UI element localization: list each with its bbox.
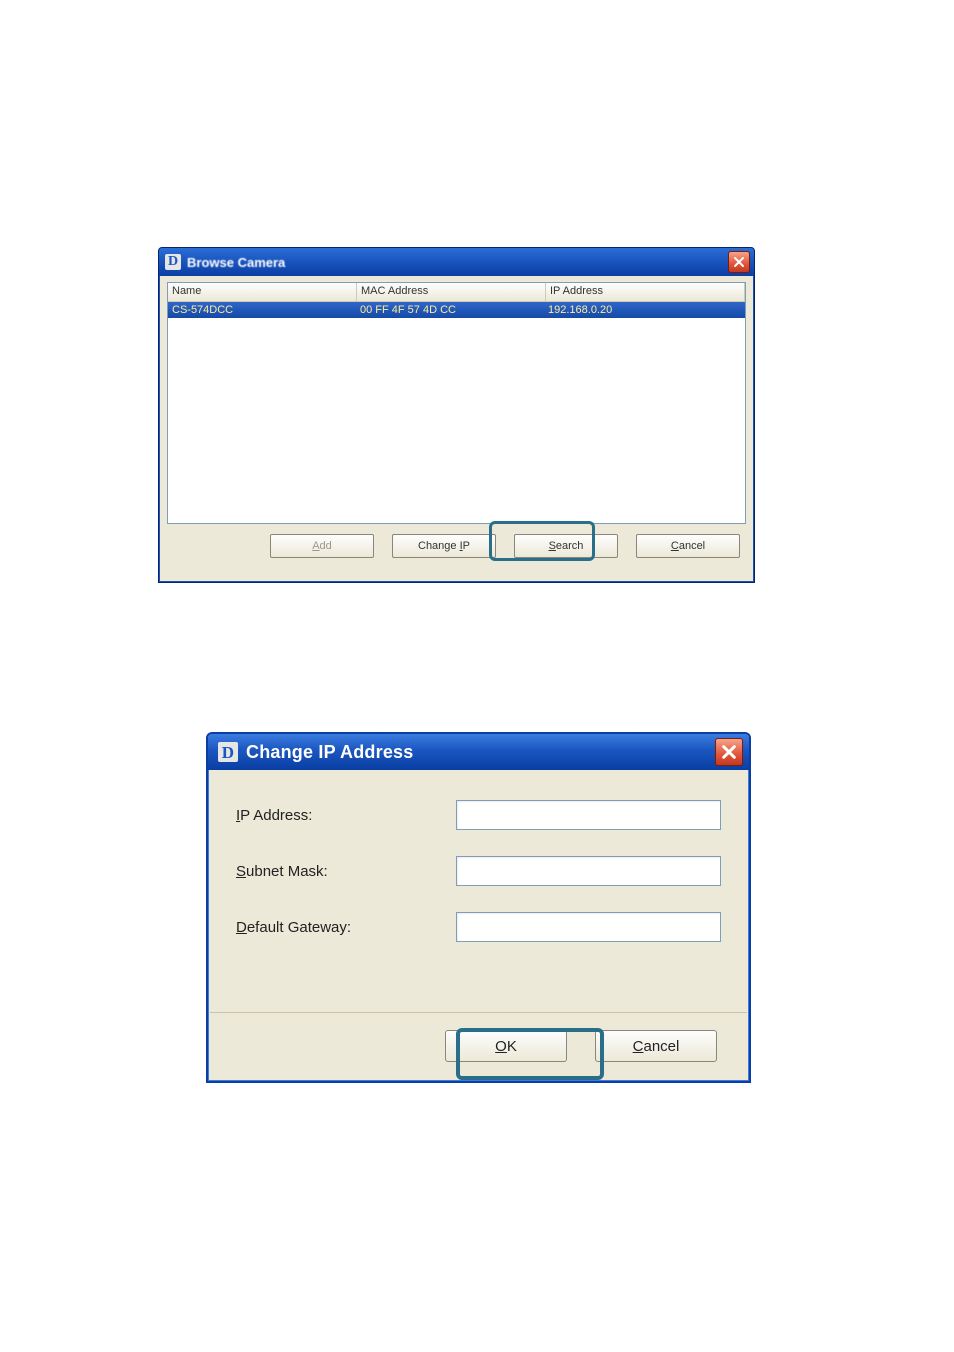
change-ip-body: IP Address: Subnet Mask: Default Gateway… — [208, 770, 749, 942]
browse-buttons: Add Change IP Search Cancel — [167, 524, 746, 558]
cell-ip: 192.168.0.20 — [544, 303, 745, 317]
row-gateway: Default Gateway: — [236, 912, 721, 942]
cell-name: CS-574DCC — [168, 303, 356, 317]
subnet-field[interactable] — [456, 856, 721, 886]
browse-titlebar[interactable]: D Browse Camera — [159, 248, 754, 276]
gateway-field[interactable] — [456, 912, 721, 942]
close-icon[interactable] — [715, 738, 743, 766]
add-button[interactable]: Add — [270, 534, 374, 558]
ok-button[interactable]: OK — [445, 1030, 567, 1062]
change-ip-buttons: OK Cancel — [210, 1012, 747, 1079]
change-ip-title-text: Change IP Address — [246, 742, 715, 763]
change-ip-button[interactable]: Change IP — [392, 534, 496, 558]
app-icon: D — [165, 254, 181, 270]
list-header: Name MAC Address IP Address — [168, 283, 745, 302]
cancel-button[interactable]: Cancel — [595, 1030, 717, 1062]
col-header-mac[interactable]: MAC Address — [357, 283, 546, 301]
row-ip: IP Address: — [236, 800, 721, 830]
browse-camera-window: D Browse Camera Name MAC Address IP Addr… — [158, 247, 755, 583]
cancel-button[interactable]: Cancel — [636, 534, 740, 558]
table-row[interactable]: CS-574DCC 00 FF 4F 57 4D CC 192.168.0.20 — [168, 302, 745, 318]
close-icon[interactable] — [728, 251, 750, 273]
search-button[interactable]: Search — [514, 534, 618, 558]
change-ip-window: D Change IP Address IP Address: Subnet M… — [206, 732, 751, 1083]
cell-mac: 00 FF 4F 57 4D CC — [356, 303, 544, 317]
list-rows: CS-574DCC 00 FF 4F 57 4D CC 192.168.0.20 — [168, 302, 745, 318]
camera-list[interactable]: Name MAC Address IP Address CS-574DCC 00… — [167, 282, 746, 524]
label-ip: IP Address: — [236, 807, 456, 824]
label-subnet: Subnet Mask: — [236, 863, 456, 880]
row-subnet: Subnet Mask: — [236, 856, 721, 886]
col-header-name[interactable]: Name — [168, 283, 357, 301]
change-ip-titlebar[interactable]: D Change IP Address — [208, 734, 749, 770]
ip-field[interactable] — [456, 800, 721, 830]
browse-title-text: Browse Camera — [187, 255, 728, 270]
col-header-ip[interactable]: IP Address — [546, 283, 745, 301]
label-gateway: Default Gateway: — [236, 919, 456, 936]
app-icon: D — [218, 742, 238, 762]
browse-body: Name MAC Address IP Address CS-574DCC 00… — [159, 276, 754, 566]
